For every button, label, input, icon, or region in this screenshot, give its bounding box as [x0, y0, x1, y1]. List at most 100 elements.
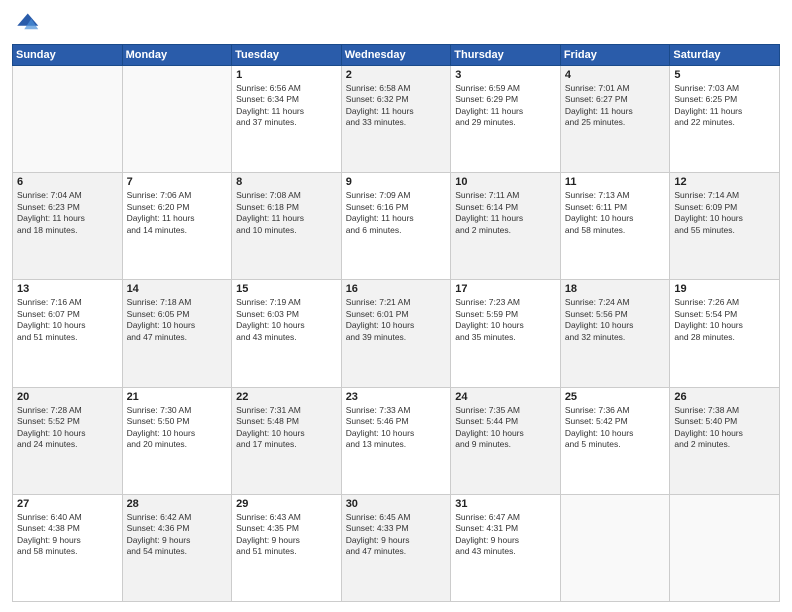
calendar-day-cell: 5 Sunrise: 7:03 AM Sunset: 6:25 PM Daylig…: [670, 66, 780, 173]
calendar-day-cell: 13 Sunrise: 7:16 AM Sunset: 6:07 PM Dayli…: [13, 280, 123, 387]
calendar-day-cell: 22 Sunrise: 7:31 AM Sunset: 5:48 PM Dayli…: [232, 387, 342, 494]
calendar-day-cell: 29Sunrise: 6:43 AM Sunset: 4:35 PM Dayli…: [232, 494, 342, 601]
calendar-day-cell: 3Sunrise: 6:59 AM Sunset: 6:29 PM Daylig…: [451, 66, 561, 173]
day-info: Sunrise: 7:08 AM Sunset: 6:18 PM Dayligh…: [236, 190, 337, 236]
day-info: Sunrise: 6:56 AM Sunset: 6:34 PM Dayligh…: [236, 83, 337, 129]
day-info: Sunrise: 7:13 AM Sunset: 6:11 PM Dayligh…: [565, 190, 666, 236]
day-info: Sunrise: 7:26 AM Sunset: 5:54 PM Dayligh…: [674, 297, 775, 343]
calendar-week-row: 1 Sunrise: 6:56 AM Sunset: 6:34 PM Daylig…: [13, 66, 780, 173]
calendar-table: SundayMondayTuesdayWednesdayThursdayFrid…: [12, 44, 780, 602]
calendar-day-cell: 18 Sunrise: 7:24 AM Sunset: 5:56 PM Dayli…: [560, 280, 670, 387]
day-info: Sunrise: 7:18 AM Sunset: 6:05 PM Dayligh…: [127, 297, 228, 343]
day-number: 15: [236, 283, 337, 295]
day-number: 26: [674, 391, 775, 403]
day-number: 5: [674, 69, 775, 81]
day-info: Sunrise: 7:19 AM Sunset: 6:03 PM Dayligh…: [236, 297, 337, 343]
day-number: 14: [127, 283, 228, 295]
calendar-day-cell: 26 Sunrise: 7:38 AM Sunset: 5:40 PM Dayli…: [670, 387, 780, 494]
day-number: 17: [455, 283, 556, 295]
day-number: 11: [565, 176, 666, 188]
calendar-day-cell: 30 Sunrise: 6:45 AM Sunset: 4:33 PM Dayli…: [341, 494, 451, 601]
calendar-day-cell: [13, 66, 123, 173]
day-header: Sunday: [13, 45, 123, 66]
calendar-day-cell: [560, 494, 670, 601]
calendar-day-cell: 20 Sunrise: 7:28 AM Sunset: 5:52 PM Dayli…: [13, 387, 123, 494]
day-number: 19: [674, 283, 775, 295]
day-number: 20: [17, 391, 118, 403]
day-info: Sunrise: 7:24 AM Sunset: 5:56 PM Dayligh…: [565, 297, 666, 343]
calendar-day-cell: 2 Sunrise: 6:58 AM Sunset: 6:32 PM Daylig…: [341, 66, 451, 173]
day-number: 27: [17, 498, 118, 510]
day-header: Tuesday: [232, 45, 342, 66]
day-info: Sunrise: 7:01 AM Sunset: 6:27 PM Dayligh…: [565, 83, 666, 129]
day-number: 24: [455, 391, 556, 403]
day-header: Wednesday: [341, 45, 451, 66]
calendar-day-cell: 28 Sunrise: 6:42 AM Sunset: 4:36 PM Dayli…: [122, 494, 232, 601]
day-number: 30: [346, 498, 447, 510]
day-info: Sunrise: 6:42 AM Sunset: 4:36 PM Dayligh…: [127, 512, 228, 558]
day-header: Saturday: [670, 45, 780, 66]
day-info: Sunrise: 6:58 AM Sunset: 6:32 PM Dayligh…: [346, 83, 447, 129]
day-info: Sunrise: 7:23 AM Sunset: 5:59 PM Dayligh…: [455, 297, 556, 343]
page: SundayMondayTuesdayWednesdayThursdayFrid…: [0, 0, 792, 612]
day-number: 4: [565, 69, 666, 81]
day-number: 22: [236, 391, 337, 403]
day-info: Sunrise: 6:40 AM Sunset: 4:38 PM Dayligh…: [17, 512, 118, 558]
day-info: Sunrise: 7:16 AM Sunset: 6:07 PM Dayligh…: [17, 297, 118, 343]
logo: [12, 10, 44, 38]
day-number: 18: [565, 283, 666, 295]
logo-icon: [12, 10, 40, 38]
calendar-day-cell: 19 Sunrise: 7:26 AM Sunset: 5:54 PM Dayli…: [670, 280, 780, 387]
day-info: Sunrise: 6:45 AM Sunset: 4:33 PM Dayligh…: [346, 512, 447, 558]
calendar-day-cell: 12Sunrise: 7:14 AM Sunset: 6:09 PM Dayli…: [670, 173, 780, 280]
day-info: Sunrise: 7:11 AM Sunset: 6:14 PM Dayligh…: [455, 190, 556, 236]
day-number: 1: [236, 69, 337, 81]
calendar-day-cell: 16Sunrise: 7:21 AM Sunset: 6:01 PM Dayli…: [341, 280, 451, 387]
day-number: 31: [455, 498, 556, 510]
calendar-day-cell: 9 Sunrise: 7:09 AM Sunset: 6:16 PM Daylig…: [341, 173, 451, 280]
calendar-day-cell: 1 Sunrise: 6:56 AM Sunset: 6:34 PM Daylig…: [232, 66, 342, 173]
day-info: Sunrise: 7:09 AM Sunset: 6:16 PM Dayligh…: [346, 190, 447, 236]
day-info: Sunrise: 7:38 AM Sunset: 5:40 PM Dayligh…: [674, 405, 775, 451]
day-info: Sunrise: 7:03 AM Sunset: 6:25 PM Dayligh…: [674, 83, 775, 129]
calendar-day-cell: 11 Sunrise: 7:13 AM Sunset: 6:11 PM Dayli…: [560, 173, 670, 280]
calendar-day-cell: 7 Sunrise: 7:06 AM Sunset: 6:20 PM Daylig…: [122, 173, 232, 280]
calendar-day-cell: 10Sunrise: 7:11 AM Sunset: 6:14 PM Dayli…: [451, 173, 561, 280]
day-number: 13: [17, 283, 118, 295]
day-info: Sunrise: 6:47 AM Sunset: 4:31 PM Dayligh…: [455, 512, 556, 558]
day-header: Friday: [560, 45, 670, 66]
calendar-week-row: 13 Sunrise: 7:16 AM Sunset: 6:07 PM Dayli…: [13, 280, 780, 387]
calendar-day-cell: 17 Sunrise: 7:23 AM Sunset: 5:59 PM Dayli…: [451, 280, 561, 387]
calendar-day-cell: 8 Sunrise: 7:08 AM Sunset: 6:18 PM Daylig…: [232, 173, 342, 280]
day-info: Sunrise: 7:04 AM Sunset: 6:23 PM Dayligh…: [17, 190, 118, 236]
day-header: Monday: [122, 45, 232, 66]
day-header: Thursday: [451, 45, 561, 66]
calendar-header-row: SundayMondayTuesdayWednesdayThursdayFrid…: [13, 45, 780, 66]
calendar-day-cell: 27 Sunrise: 6:40 AM Sunset: 4:38 PM Dayli…: [13, 494, 123, 601]
calendar-day-cell: 23Sunrise: 7:33 AM Sunset: 5:46 PM Dayli…: [341, 387, 451, 494]
calendar-week-row: 27 Sunrise: 6:40 AM Sunset: 4:38 PM Dayli…: [13, 494, 780, 601]
calendar-day-cell: 15 Sunrise: 7:19 AM Sunset: 6:03 PM Dayli…: [232, 280, 342, 387]
day-number: 25: [565, 391, 666, 403]
day-info: Sunrise: 7:28 AM Sunset: 5:52 PM Dayligh…: [17, 405, 118, 451]
day-number: 21: [127, 391, 228, 403]
day-number: 8: [236, 176, 337, 188]
header: [12, 10, 780, 38]
day-number: 7: [127, 176, 228, 188]
calendar-day-cell: 31 Sunrise: 6:47 AM Sunset: 4:31 PM Dayli…: [451, 494, 561, 601]
day-info: Sunrise: 7:31 AM Sunset: 5:48 PM Dayligh…: [236, 405, 337, 451]
day-number: 9: [346, 176, 447, 188]
day-number: 6: [17, 176, 118, 188]
day-info: Sunrise: 7:35 AM Sunset: 5:44 PM Dayligh…: [455, 405, 556, 451]
calendar-day-cell: 4 Sunrise: 7:01 AM Sunset: 6:27 PM Daylig…: [560, 66, 670, 173]
day-info: Sunrise: 7:06 AM Sunset: 6:20 PM Dayligh…: [127, 190, 228, 236]
day-number: 16: [346, 283, 447, 295]
calendar-week-row: 20 Sunrise: 7:28 AM Sunset: 5:52 PM Dayli…: [13, 387, 780, 494]
calendar-day-cell: 25 Sunrise: 7:36 AM Sunset: 5:42 PM Dayli…: [560, 387, 670, 494]
day-info: Sunrise: 7:36 AM Sunset: 5:42 PM Dayligh…: [565, 405, 666, 451]
calendar-day-cell: [122, 66, 232, 173]
day-number: 2: [346, 69, 447, 81]
day-info: Sunrise: 7:33 AM Sunset: 5:46 PM Dayligh…: [346, 405, 447, 451]
calendar-day-cell: [670, 494, 780, 601]
day-number: 28: [127, 498, 228, 510]
